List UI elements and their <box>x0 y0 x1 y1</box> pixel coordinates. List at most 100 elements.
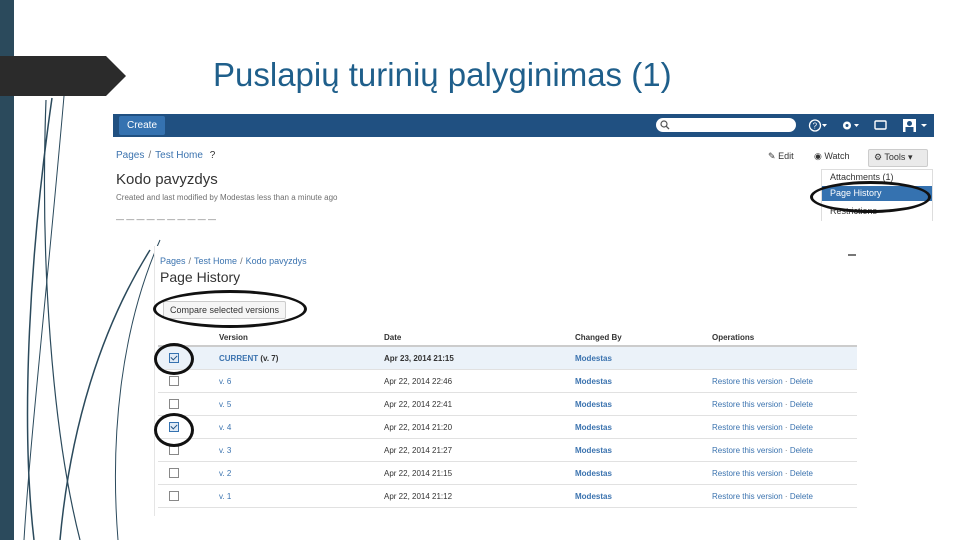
restore-link[interactable]: Restore this version <box>712 469 783 478</box>
table-row: v. 6 Apr 22, 2014 22:46 Modestas Restore th… <box>158 369 857 393</box>
version-date: Apr 22, 2014 21:12 <box>384 484 575 508</box>
version-link[interactable]: v. 2 <box>219 469 231 478</box>
breadcrumb-pages[interactable]: Pages <box>160 256 186 266</box>
delete-link[interactable]: Delete <box>790 423 813 432</box>
page-title: Kodo pavyzdys <box>116 171 218 188</box>
column-header-operations: Operations <box>712 329 857 347</box>
pencil-icon: ✎ <box>768 151 776 161</box>
edit-button[interactable]: ✎ Edit <box>768 151 794 162</box>
slide-title: Puslapių turinių palyginimas (1) <box>213 56 672 93</box>
svg-text:?: ? <box>813 122 818 131</box>
operations-cell: Restore this version · Delete <box>712 484 857 508</box>
version-date: Apr 22, 2014 22:46 <box>384 369 575 393</box>
menu-item-restrictions[interactable]: Restrictions <box>830 206 877 216</box>
operations-cell: Restore this version · Delete <box>712 369 857 393</box>
author-link[interactable]: Modestas <box>575 354 612 363</box>
version-date: Apr 23, 2014 21:15 <box>384 346 575 370</box>
current-version-number: (v. 7) <box>260 353 279 363</box>
cut-off-text: — — — — — — — — — — <box>116 215 217 221</box>
breadcrumb-extra[interactable]: ? <box>210 150 216 161</box>
gear-icon[interactable] <box>840 118 860 133</box>
confluence-page-screenshot: Create ? Pages / Test Home ? Kodo pavyzdys… <box>113 114 934 221</box>
delete-link[interactable]: Delete <box>790 446 813 455</box>
menu-item-attachments[interactable]: Attachments (1) <box>830 172 894 182</box>
version-checkbox[interactable] <box>169 376 179 386</box>
author-link[interactable]: Modestas <box>575 377 612 386</box>
version-checkbox[interactable] <box>169 468 179 478</box>
version-link[interactable]: v. 3 <box>219 446 231 455</box>
table-row: v. 1 Apr 22, 2014 21:12 Modestas Restore th… <box>158 484 857 508</box>
author-link[interactable]: Modestas <box>575 492 612 501</box>
header-bar: Create ? <box>113 114 934 137</box>
delete-link[interactable]: Delete <box>790 400 813 409</box>
author-link[interactable]: Modestas <box>575 423 612 432</box>
column-header-select <box>158 329 219 347</box>
column-header-version: Version <box>219 329 384 347</box>
restore-link[interactable]: Restore this version <box>712 492 783 501</box>
restore-link[interactable]: Restore this version <box>712 446 783 455</box>
version-date: Apr 22, 2014 22:41 <box>384 392 575 416</box>
version-checkbox[interactable] <box>169 491 179 501</box>
delete-link[interactable]: Delete <box>790 469 813 478</box>
version-checkbox[interactable] <box>169 353 179 363</box>
version-link[interactable]: v. 4 <box>219 423 231 432</box>
breadcrumb: Pages / Test Home ? <box>116 150 216 161</box>
version-date: Apr 22, 2014 21:15 <box>384 461 575 485</box>
version-checkbox[interactable] <box>169 422 179 432</box>
restore-link[interactable]: Restore this version <box>712 400 783 409</box>
delete-link[interactable]: Delete <box>790 492 813 501</box>
table-row: v. 4 Apr 22, 2014 21:20 Modestas Restore th… <box>158 415 857 439</box>
author-link[interactable]: Modestas <box>575 469 612 478</box>
version-date: Apr 22, 2014 21:27 <box>384 438 575 462</box>
tools-label: Tools <box>884 152 906 162</box>
version-date: Apr 22, 2014 21:20 <box>384 415 575 439</box>
history-title: Page History <box>160 269 241 285</box>
operations-cell <box>712 346 857 370</box>
history-breadcrumb: Pages / Test Home / Kodo pavyzdys <box>160 256 307 266</box>
version-link[interactable]: v. 1 <box>219 492 231 501</box>
breadcrumb-test-home[interactable]: Test Home <box>194 256 237 266</box>
breadcrumb-pages[interactable]: Pages <box>116 150 144 161</box>
history-table: Version Date Changed By Operations CURRE… <box>158 329 857 508</box>
restore-link[interactable]: Restore this version <box>712 423 783 432</box>
operations-cell: Restore this version · Delete <box>712 461 857 485</box>
tools-button[interactable]: ⚙ Tools ▾ <box>868 149 928 167</box>
compare-selected-versions-button[interactable]: Compare selected versions <box>163 301 287 319</box>
help-icon[interactable]: ? <box>808 118 828 133</box>
create-button[interactable]: Create <box>119 116 166 135</box>
gear-icon: ⚙ <box>874 152 883 162</box>
page-metadata: Created and last modified by Modestas le… <box>116 193 338 202</box>
operations-cell: Restore this version · Delete <box>712 415 857 439</box>
version-link[interactable]: v. 6 <box>219 377 231 386</box>
operations-cell: Restore this version · Delete <box>712 392 857 416</box>
author-link[interactable]: Modestas <box>575 446 612 455</box>
version-link[interactable]: CURRENT <box>219 354 258 363</box>
user-icon[interactable] <box>901 118 927 133</box>
watch-button[interactable]: ◉ Watch <box>814 151 850 162</box>
column-header-date: Date <box>384 329 575 347</box>
table-row: v. 2 Apr 22, 2014 21:15 Modestas Restore th… <box>158 461 857 485</box>
watch-label: Watch <box>824 151 850 161</box>
delete-link[interactable]: Delete <box>790 377 813 386</box>
column-header-changed-by: Changed By <box>575 329 712 347</box>
breadcrumb-test-home[interactable]: Test Home <box>155 150 203 161</box>
version-checkbox[interactable] <box>169 445 179 455</box>
page-history-screenshot: Pages / Test Home / Kodo pavyzdys Page Histo… <box>154 246 857 516</box>
operations-cell: Restore this version · Delete <box>712 438 857 462</box>
search-input[interactable] <box>656 118 796 132</box>
breadcrumb-page[interactable]: Kodo pavyzdys <box>246 256 307 266</box>
tools-dropdown-menu: Attachments (1) Page History Restriction… <box>821 169 933 221</box>
table-row: v. 5 Apr 22, 2014 22:41 Modestas Restore th… <box>158 392 857 416</box>
title-tab-arrow <box>0 56 126 96</box>
version-link[interactable]: v. 5 <box>219 400 231 409</box>
version-checkbox[interactable] <box>169 399 179 409</box>
restore-link[interactable]: Restore this version <box>712 377 783 386</box>
menu-item-page-history[interactable]: Page History <box>822 186 932 201</box>
notifications-icon[interactable] <box>873 118 893 133</box>
collapse-icon[interactable] <box>848 254 856 256</box>
eye-icon: ◉ <box>814 151 822 161</box>
table-header-row: Version Date Changed By Operations <box>158 329 857 347</box>
table-row: v. 3 Apr 22, 2014 21:27 Modestas Restore th… <box>158 438 857 462</box>
chevron-down-icon: ▾ <box>907 152 913 162</box>
author-link[interactable]: Modestas <box>575 400 612 409</box>
